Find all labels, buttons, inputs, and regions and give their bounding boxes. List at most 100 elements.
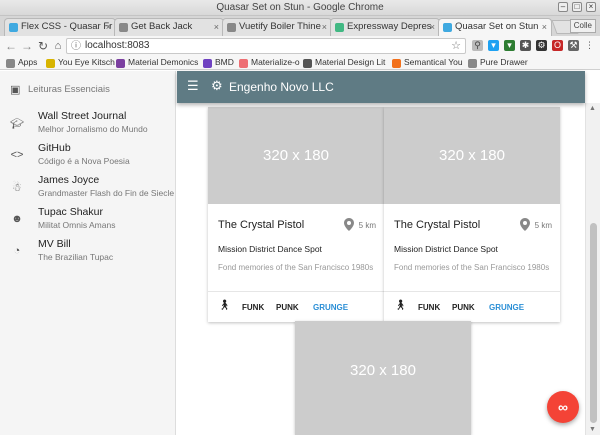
bookmark-label: Materialize-o <box>251 57 300 67</box>
close-tab-icon[interactable]: × <box>322 19 327 35</box>
infinity-fab-button[interactable]: ∞ <box>547 391 579 423</box>
forward-arrow-icon[interactable]: → <box>20 39 34 53</box>
extension-gear-icon[interactable]: ⚙ <box>536 40 547 51</box>
bookmark-item[interactable]: Semantical You <box>392 56 463 69</box>
reload-icon[interactable]: ↻ <box>36 39 50 53</box>
chrome-menu-icon[interactable]: ⋮ <box>584 40 595 51</box>
sidebar-item-title: GitHub <box>38 142 71 154</box>
bookmark-item[interactable]: You Eye Kitsch <box>46 56 115 69</box>
card-divider <box>208 291 384 292</box>
bookmark-item[interactable]: Material Design Lit <box>303 56 385 69</box>
sidebar-item-title: James Joyce <box>38 174 100 186</box>
school-icon: 🎓︎ <box>10 118 24 130</box>
bookmark-label: Material Demonics <box>128 57 199 67</box>
bookmark-label: Apps <box>18 57 38 67</box>
card-description: Fond memories of the San Francisco 1980s <box>218 263 374 272</box>
place-icon <box>344 218 354 231</box>
card: 320 x 180 <box>295 321 471 435</box>
close-tab-icon[interactable]: × <box>430 19 435 35</box>
bookmark-label: Material Design Lit <box>315 57 386 67</box>
card-divider <box>384 291 560 292</box>
hazard-favicon-icon <box>227 23 236 32</box>
extension-tool-icon[interactable]: ⚒ <box>568 40 579 51</box>
card-action-punk[interactable]: PUNK <box>452 303 475 312</box>
quasar-favicon-icon <box>443 23 452 32</box>
books-icon: ▣ <box>10 84 21 96</box>
sidebar-item-title: Tupac Shakur <box>38 206 103 218</box>
info-icon[interactable]: ⓘ <box>71 40 81 54</box>
app-header: ☰ ⚙ Engenho Novo LLC <box>177 71 585 103</box>
document-icon <box>468 59 477 68</box>
browser-tab[interactable]: Expressway Depres × <box>330 18 440 36</box>
extension-shield-icon[interactable]: ▾ <box>504 40 515 51</box>
profile-button[interactable]: Colle <box>569 19 596 33</box>
browser-tab[interactable]: Flex CSS - Quasar Fr × <box>4 18 116 36</box>
sidebar-item-mv-bill[interactable]: ◔ MV Bill The Brazilian Tupac <box>0 237 176 269</box>
window-title: Quasar Set on Stun - Google Chrome <box>216 2 384 13</box>
window-titlebar: Quasar Set on Stun - Google Chrome – □ × <box>0 0 600 16</box>
extension-opera-icon[interactable]: O <box>552 40 563 51</box>
browser-toolbar: ← → ↻ ⌂ ⓘ localhost:8083 ☆ ⚲ ▾ ▾ ✱ ⚙ O ⚒… <box>0 36 600 56</box>
bookmark-favicon-icon <box>303 59 312 68</box>
extension-puzzle-icon[interactable]: ✱ <box>520 40 531 51</box>
close-tab-icon[interactable]: × <box>214 19 219 35</box>
bookmark-favicon-icon <box>116 59 125 68</box>
minimize-button[interactable]: – <box>558 2 568 12</box>
home-icon[interactable]: ⌂ <box>51 39 65 53</box>
back-arrow-icon[interactable]: ← <box>4 39 18 53</box>
bookmark-star-icon[interactable]: ☆ <box>451 39 461 53</box>
semantic-ui-icon <box>392 59 401 68</box>
card-distance: 5 km <box>358 221 376 230</box>
tab-bar: Flex CSS - Quasar Fr × Get Back Jack × V… <box>0 16 600 36</box>
bookmark-favicon-icon <box>46 59 55 68</box>
card-action-grunge[interactable]: GRUNGE <box>489 303 524 312</box>
gears-icon: ⚙ <box>211 78 223 93</box>
page-scrollbar[interactable]: ▲ ▼ <box>585 103 600 435</box>
card-action-punk[interactable]: PUNK <box>276 303 299 312</box>
extension-twitter-icon[interactable]: ▾ <box>488 40 499 51</box>
sidebar-item-title: MV Bill <box>38 238 71 250</box>
card-action-funk[interactable]: FUNK <box>418 303 440 312</box>
card-action-grunge[interactable]: GRUNGE <box>313 303 348 312</box>
card-image-placeholder: 320 x 180 <box>208 107 384 204</box>
directions-walk-icon[interactable]: 🚶︎ <box>394 300 407 311</box>
tab-label: Get Back Jack <box>131 21 193 32</box>
sidebar-item-tupac[interactable]: ☻ Tupac Shakur Militat Omnis Amans <box>0 205 176 237</box>
bookmark-item[interactable]: Materialize-o <box>239 56 300 69</box>
card-subtitle: Mission District Dance Spot <box>394 244 498 254</box>
browser-tab[interactable]: Get Back Jack × <box>114 18 224 36</box>
bookmarks-bar: Apps You Eye Kitsch Material Demonics BM… <box>0 56 600 70</box>
address-bar[interactable]: ⓘ localhost:8083 ☆ <box>66 38 466 54</box>
infinity-icon: ∞ <box>558 399 568 415</box>
bookmark-item[interactable]: BMD <box>203 56 234 69</box>
close-tab-icon[interactable]: × <box>106 19 111 35</box>
app-title: Engenho Novo LLC <box>229 80 334 94</box>
sidebar-item-subtitle: The Brazilian Tupac <box>38 252 114 262</box>
card-image-placeholder: 320 x 180 <box>295 321 471 435</box>
main-content: 320 x 180 The Crystal Pistol 5 km Missio… <box>177 103 585 435</box>
menu-icon[interactable]: ☰ <box>187 79 201 93</box>
window-controls: – □ × <box>558 2 596 12</box>
sidebar-item-james-joyce[interactable]: ☃ James Joyce Grandmaster Flash do Fin d… <box>0 173 176 205</box>
sidebar-item-wsj[interactable]: 🎓︎ Wall Street Journal Melhor Jornalismo… <box>0 109 176 141</box>
vue-favicon-icon <box>335 23 344 32</box>
sidebar-item-github[interactable]: <> GitHub Código é a Nova Poesia <box>0 141 176 173</box>
bookmark-item[interactable]: Material Demonics <box>116 56 198 69</box>
close-window-button[interactable]: × <box>586 2 596 12</box>
code-icon: <> <box>10 149 24 161</box>
scrollbar-thumb[interactable] <box>590 223 597 423</box>
card-action-funk[interactable]: FUNK <box>242 303 264 312</box>
browser-tab-active[interactable]: Quasar Set on Stun × <box>438 18 552 36</box>
card: 320 x 180 The Crystal Pistol 5 km Missio… <box>208 107 384 322</box>
directions-walk-icon[interactable]: 🚶︎ <box>218 300 231 311</box>
bootstrap-icon <box>203 59 212 68</box>
scroll-down-icon[interactable]: ▼ <box>589 426 596 433</box>
extension-search-icon[interactable]: ⚲ <box>472 40 483 51</box>
maximize-button[interactable]: □ <box>572 2 582 12</box>
bookmark-label: You Eye Kitsch <box>58 57 115 67</box>
browser-tab[interactable]: Vuetify Boiler Thine × <box>222 18 332 36</box>
scroll-up-icon[interactable]: ▲ <box>589 105 596 112</box>
bookmark-item[interactable]: Pure Drawer <box>468 56 528 69</box>
close-tab-icon[interactable]: × <box>542 19 547 35</box>
bookmark-item[interactable]: Apps <box>6 56 37 69</box>
